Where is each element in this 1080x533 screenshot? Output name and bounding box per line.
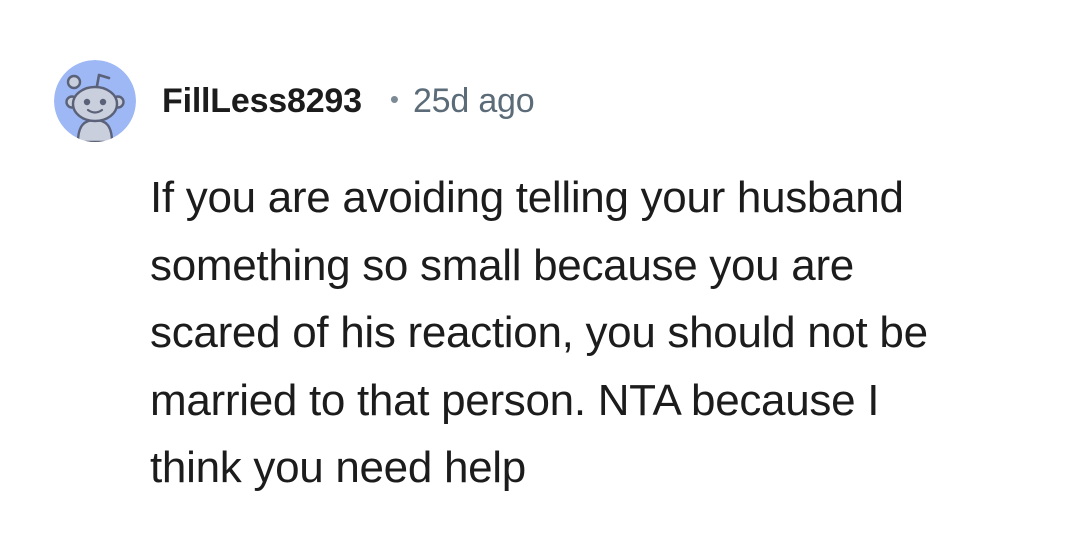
comment-body-line: scared of his reaction, you should not b…	[150, 308, 928, 357]
author-username[interactable]: FillLess8293	[162, 82, 362, 121]
comment-card: FillLess8293 • 25d ago If you are avoidi…	[0, 0, 1080, 533]
meta-separator: •	[389, 83, 399, 114]
user-avatar[interactable]	[54, 60, 136, 142]
comment-timestamp: 25d ago	[412, 81, 535, 120]
comment-body-line: something so small because you are	[150, 240, 854, 290]
comment-body-line: think you need help	[150, 443, 526, 492]
comment-meta: FillLess8293 • 25d ago	[162, 78, 535, 124]
comment-body: If you are avoiding telling your husband…	[150, 164, 1050, 502]
snoo-avatar-icon	[54, 60, 136, 142]
comment-body-line: married to that person. NTA because I	[150, 375, 880, 425]
comment-body-line: If you are avoiding telling your husband	[150, 173, 904, 222]
